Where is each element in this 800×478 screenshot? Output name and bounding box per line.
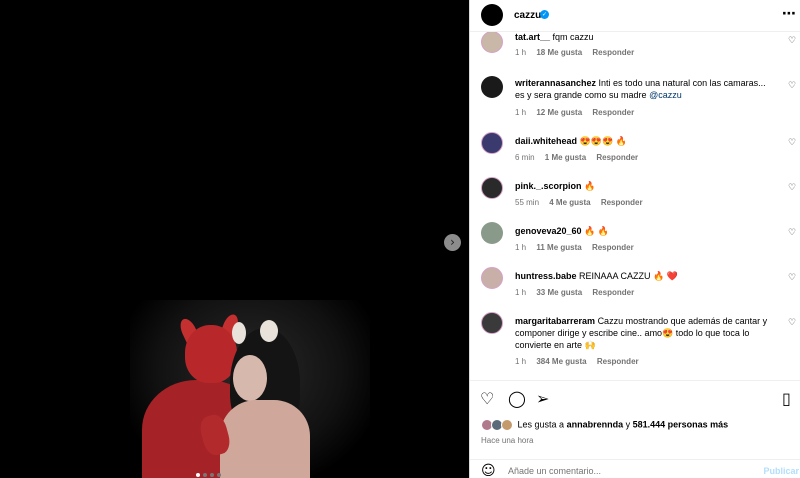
comment-likes[interactable]: 384 Me gusta [536,357,586,366]
comment-meta: 6 min 1 Me gusta Responder [515,153,646,162]
comment-likes[interactable]: 11 Me gusta [536,243,581,252]
comment-username[interactable]: tat.art__ [515,32,550,42]
avatar[interactable] [481,177,503,199]
carousel-dot [217,473,221,477]
comment-meta: 1 h 11 Me gusta Responder [515,243,642,252]
comment-time: 1 h [515,48,527,57]
post-media[interactable]: › [0,0,469,478]
post-header: cazzu ✓ ⋯ [470,0,800,32]
comment-likes[interactable]: 33 Me gusta [536,288,582,297]
comment-text: fqm cazzu [552,32,594,42]
comment-username[interactable]: writerannasanchez [515,78,596,88]
comment-likes[interactable]: 12 Me gusta [536,108,582,117]
comment-input[interactable] [508,466,728,476]
comment-meta: 1 h 384 Me gusta Responder [515,357,647,366]
comment-mention[interactable]: @cazzu [649,90,682,100]
comment-time: 6 min [515,153,535,162]
comment-username[interactable]: genoveva20_60 [515,226,582,236]
heart-icon[interactable]: ♡ [788,228,796,238]
comment-time: 1 h [515,108,527,117]
more-icon[interactable]: ⋯ [782,6,796,22]
carousel-dot [203,473,207,477]
emoji-icon[interactable]: ☺ [481,463,496,478]
heart-icon[interactable]: ♡ [480,389,494,408]
reply-button[interactable]: Responder [601,198,643,207]
comment-time: 55 min [515,198,540,207]
verified-badge-icon: ✓ [540,10,549,19]
photo-figure-devil-head [185,325,237,383]
photo-woman-horn-right [260,320,278,342]
comment-likes[interactable]: 4 Me gusta [549,198,590,207]
comment-username[interactable]: huntress.babe [515,271,577,281]
heart-icon[interactable]: ♡ [788,183,796,193]
comment-likes[interactable]: 1 Me gusta [545,153,586,162]
liker-avatars [481,419,515,431]
comment-text: REINAAA CAZZU 🔥 ❤️ [579,271,678,281]
heart-icon[interactable]: ♡ [788,36,796,46]
comment-time: 1 h [515,357,527,366]
reply-button[interactable]: Responder [592,243,634,252]
post-photo [130,300,370,478]
avatar[interactable] [481,267,503,289]
avatar[interactable] [481,32,503,53]
comment-icon[interactable]: ◯ [508,389,526,408]
carousel-dot [196,473,200,477]
post-username[interactable]: cazzu [514,10,541,21]
bookmark-icon[interactable]: ▯ [782,389,791,408]
avatar[interactable] [481,132,503,154]
heart-icon[interactable]: ♡ [788,273,796,283]
publish-button[interactable]: Publicar [763,466,799,476]
heart-icon[interactable]: ♡ [788,318,796,328]
reply-button[interactable]: Responder [592,288,634,297]
chevron-right-icon[interactable]: › [444,234,461,251]
reply-button[interactable]: Responder [596,153,638,162]
comments-list[interactable]: tat.art__ fqm cazzu 1 h 18 Me gusta Resp… [470,32,800,380]
photo-figure-woman-body [220,400,310,478]
comment-time: 1 h [515,243,527,252]
comment-likes[interactable]: 18 Me gusta [536,48,582,57]
comment-username[interactable]: margaritabarreram [515,316,595,326]
avatar[interactable] [481,76,503,98]
avatar [501,419,513,431]
reply-button[interactable]: Responder [592,48,634,57]
comment-meta: 1 h 18 Me gusta Responder [515,48,642,57]
photo-figure-woman-face [233,355,267,401]
comment-meta: 1 h 33 Me gusta Responder [515,288,642,297]
avatar[interactable] [481,222,503,244]
comment-meta: 55 min 4 Me gusta Responder [515,198,651,207]
reply-button[interactable]: Responder [597,357,639,366]
reply-button[interactable]: Responder [592,108,634,117]
post-actions: ♡ ◯ ➢ ▯ Les gusta a annabrennda y 581.44… [470,380,800,478]
likes-prefix: Les gusta a [517,419,565,430]
likes-user[interactable]: annabrennda [567,419,624,429]
comment-meta: 1 h 12 Me gusta Responder [515,108,642,117]
comment-text: 😍😍😍 🔥 [579,136,627,146]
avatar[interactable] [481,312,503,334]
add-comment-bar: ☺ Publicar [470,459,800,478]
carousel-dot [210,473,214,477]
comment-text: 🔥 [584,181,596,191]
post-side-panel: cazzu ✓ ⋯ tat.art__ fqm cazzu 1 h 18 Me … [469,0,800,478]
heart-icon[interactable]: ♡ [788,138,796,148]
likes-connector: y [625,419,631,430]
comment-time: 1 h [515,288,527,297]
photo-woman-horn-left [232,322,246,344]
comment-username[interactable]: daii.whitehead [515,136,577,146]
likes-summary: Les gusta a annabrennda y 581.444 person… [481,419,728,431]
heart-icon[interactable]: ♡ [788,81,796,91]
likes-others[interactable]: 581.444 personas más [633,419,729,429]
comment-text: 🔥 🔥 [584,226,609,236]
post-time: Hace una hora [481,436,534,445]
carousel-dots [196,473,221,477]
share-icon[interactable]: ➢ [536,389,549,408]
comment-username[interactable]: pink._.scorpion [515,181,582,191]
avatar[interactable] [481,4,503,26]
